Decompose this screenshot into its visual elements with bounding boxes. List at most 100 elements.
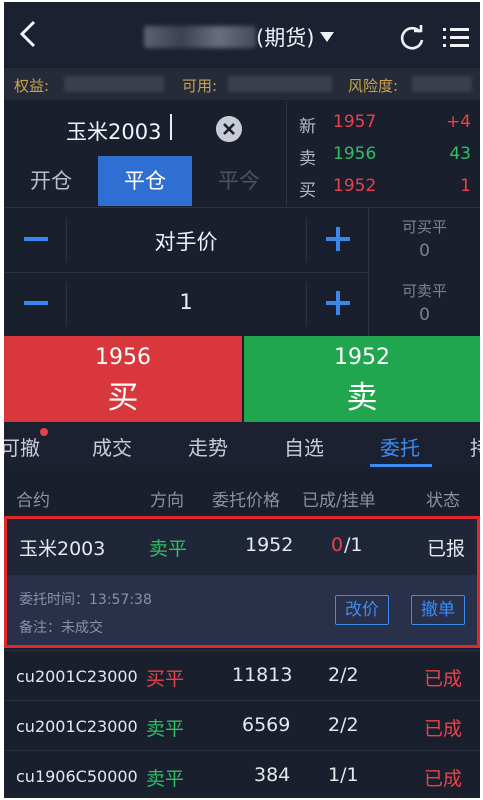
account-selector[interactable]: (期货) — [144, 22, 335, 52]
order-direction: 卖平 — [146, 768, 185, 790]
available-sell-close: 可卖平 0 — [368, 272, 480, 336]
order-price: 1952 — [245, 534, 294, 556]
table-row[interactable]: cu1906C50000 卖平 384 1/1 已成 — [4, 750, 480, 798]
table-row[interactable]: cu2001C23000 卖平 6569 2/2 已成 — [4, 700, 480, 750]
sell-button[interactable]: 1952 卖 — [244, 336, 480, 422]
column-header-contract: 合约 — [16, 491, 50, 511]
back-arrow-icon[interactable] — [12, 16, 48, 52]
active-tab-underline — [370, 464, 432, 467]
tab-close-today[interactable]: 平今 — [192, 156, 286, 206]
quote-row-ask: 卖 1956 43 — [287, 144, 480, 174]
table-row[interactable]: cu2001C23000 买平 11813 2/2 已成 — [4, 650, 480, 700]
order-contract: cu1906C50000 — [16, 767, 138, 786]
column-header-filled: 已成/挂单 — [302, 491, 376, 511]
order-contract: cu2001C23000 — [16, 667, 138, 686]
quote-label: 卖 — [299, 149, 316, 169]
redacted-risk — [412, 76, 472, 92]
order-status: 已成 — [424, 768, 463, 790]
tab-open[interactable]: 开仓 — [4, 156, 98, 206]
modify-price-button[interactable]: 改价 — [335, 595, 389, 625]
order-price: 384 — [254, 764, 291, 786]
available-buy-close-value: 0 — [419, 241, 430, 261]
order-direction: 买平 — [146, 668, 185, 690]
clear-icon[interactable] — [216, 116, 242, 142]
position-mode-tabs: 开仓 平仓 平今 — [4, 156, 284, 206]
quantity-value[interactable]: 1 — [66, 290, 306, 314]
available-sell-close-value: 0 — [419, 305, 430, 325]
order-filled: 1/1 — [328, 764, 359, 786]
notification-dot — [40, 428, 48, 436]
order-filled-count: 0 — [331, 534, 344, 556]
dropdown-caret-icon — [320, 32, 335, 42]
sell-price: 1952 — [334, 345, 390, 370]
order-tabs: 可撤 成交 走势 自选 委托 持 — [4, 422, 480, 470]
divider — [306, 282, 307, 326]
divider — [306, 218, 307, 262]
tab-close[interactable]: 平仓 — [98, 156, 192, 206]
order-price: 6569 — [242, 714, 291, 736]
quote-change: +4 — [445, 112, 471, 132]
order-time: 委托时间：13:57:38 — [19, 592, 152, 608]
order-price: 11813 — [232, 664, 293, 686]
tab-orders[interactable]: 委托 — [380, 432, 420, 461]
order-filled: 2/2 — [328, 714, 359, 736]
quote-volume: 1 — [460, 176, 471, 196]
tab-watchlist[interactable]: 自选 — [284, 432, 324, 461]
price-type-value[interactable]: 对手价 — [66, 226, 306, 256]
order-row[interactable]: 玉米2003 卖平 1952 0 /1 已报 — [7, 519, 477, 575]
order-note: 备注：未成交 — [19, 620, 103, 636]
buy-price: 1956 — [95, 345, 151, 370]
order-direction: 卖平 — [149, 538, 188, 560]
top-bar: (期货) — [4, 2, 480, 66]
redacted-equity — [64, 76, 164, 92]
list-menu-icon[interactable] — [442, 24, 470, 52]
tab-trades[interactable]: 成交 — [92, 432, 132, 461]
contract-name: 玉米2003 — [66, 120, 162, 144]
order-direction: 卖平 — [146, 718, 185, 740]
contract-input[interactable]: 玉米2003 — [4, 102, 284, 154]
text-cursor — [170, 114, 172, 140]
page-title: (期货) — [256, 26, 315, 50]
redacted-account-name — [144, 26, 256, 48]
order-contract: 玉米2003 — [19, 538, 106, 560]
quote-row-last: 新 1957 +4 — [287, 112, 480, 142]
tab-trend[interactable]: 走势 — [188, 432, 228, 461]
buy-label: 买 — [107, 380, 139, 416]
quote-label: 买 — [299, 181, 316, 201]
quantity-stepper: 1 — [4, 272, 368, 336]
available-sell-close-label: 可卖平 — [401, 282, 447, 300]
refresh-icon[interactable] — [398, 24, 426, 52]
selected-order[interactable]: 玉米2003 卖平 1952 0 /1 已报 委托时间：13:57:38 备注：… — [4, 516, 480, 648]
trading-app: (期货) 权益: 可用: 风险度: 玉米2003 开仓 平仓 平今 新 1957… — [4, 2, 480, 798]
minus-icon[interactable] — [24, 301, 48, 305]
risk-label: 风险度: — [348, 77, 399, 95]
available-buy-close: 可买平 0 — [368, 208, 480, 272]
column-header-status: 状态 — [426, 491, 460, 511]
order-list-header: 合约 方向 委托价格 已成/挂单 状态 — [4, 472, 480, 516]
quote-row-bid: 买 1952 1 — [287, 176, 480, 206]
buy-button[interactable]: 1956 买 — [4, 336, 242, 422]
quote-label: 新 — [299, 117, 316, 137]
order-total-count: /1 — [344, 534, 363, 556]
price-type-stepper: 对手价 — [4, 208, 368, 272]
plus-icon-vertical — [336, 291, 340, 315]
cancel-order-button[interactable]: 撤单 — [411, 595, 465, 625]
account-summary-bar: 权益: 可用: 风险度: — [4, 68, 480, 100]
available-label: 可用: — [182, 77, 218, 95]
tab-cancellable[interactable]: 可撤 — [4, 432, 40, 461]
quote-price: 1956 — [333, 144, 377, 164]
minus-icon[interactable] — [24, 237, 48, 241]
order-detail: 委托时间：13:57:38 备注：未成交 改价 撤单 — [7, 575, 477, 645]
quote-price: 1957 — [333, 112, 377, 132]
redacted-available — [228, 76, 332, 92]
order-status: 已报 — [427, 538, 466, 560]
order-contract: cu2001C23000 — [16, 717, 138, 736]
quote-panel: 新 1957 +4 卖 1956 43 买 1952 1 — [286, 102, 480, 206]
tab-positions[interactable]: 持 — [470, 432, 480, 461]
quote-volume: 43 — [449, 144, 471, 164]
order-status: 已成 — [424, 718, 463, 740]
available-buy-close-label: 可买平 — [401, 218, 447, 236]
equity-label: 权益: — [14, 77, 50, 95]
order-filled: 2/2 — [328, 664, 359, 686]
column-header-price: 委托价格 — [212, 491, 280, 511]
